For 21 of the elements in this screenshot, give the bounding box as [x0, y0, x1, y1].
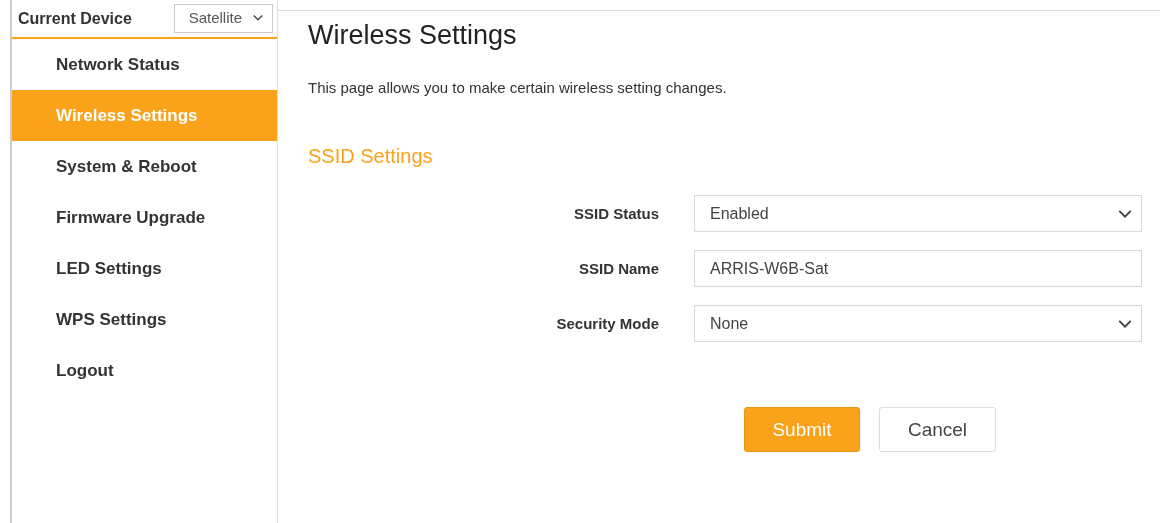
section-title: SSID Settings: [308, 145, 434, 168]
device-select[interactable]: Satellite: [173, 4, 273, 33]
sidebar-item[interactable]: Firmware Upgrade: [12, 192, 277, 243]
field-label: Security Mode: [555, 315, 659, 332]
sidebar-item[interactable]: Logout: [12, 345, 277, 396]
field-label: SSID Status: [572, 205, 659, 222]
select-field[interactable]: Enabled: [694, 195, 1142, 232]
select-field[interactable]: None: [694, 305, 1142, 342]
page-description: This page allows you to make certain wireless setting changes.: [308, 79, 728, 96]
chevron-down-icon: [252, 13, 264, 22]
sidebar-item[interactable]: System & Reboot: [12, 141, 277, 192]
sidebar-item[interactable]: WPS Settings: [12, 294, 277, 345]
sidebar-item[interactable]: Network Status: [12, 39, 277, 90]
chevron-down-icon: [1117, 318, 1133, 329]
sidebar-item[interactable]: LED Settings: [12, 243, 277, 294]
field-label: SSID Name: [577, 260, 659, 277]
chevron-down-icon: [1117, 208, 1133, 219]
cancel-button[interactable]: Cancel: [879, 407, 996, 452]
page-title: Wireless Settings: [308, 20, 518, 51]
device-label: Current Device: [18, 9, 132, 28]
input-field[interactable]: ARRIS-W6B-Sat: [694, 250, 1142, 287]
